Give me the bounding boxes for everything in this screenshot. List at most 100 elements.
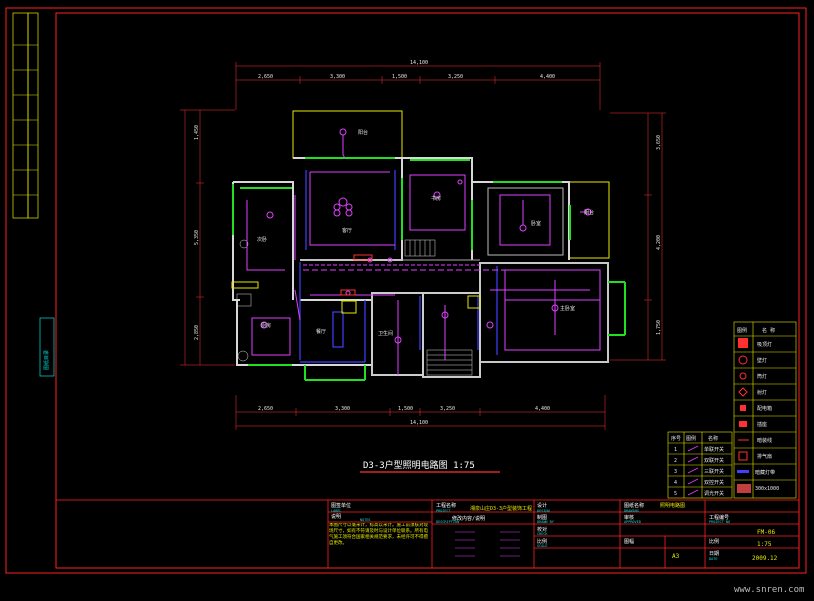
legend-header-name: 名 称 (762, 327, 775, 334)
room-label-master: 主卧室 (560, 305, 575, 312)
legend-row-8: 暗藏灯带 (755, 469, 775, 476)
dim-overall-top: 14,100 (410, 60, 428, 66)
note-sub: NOTES (360, 518, 371, 522)
dim-top-2: 3,300 (330, 74, 345, 80)
room-label-living: 客厅 (342, 227, 352, 234)
panel-icon (737, 484, 751, 493)
switch-icon (687, 478, 699, 485)
dim-top-1: 2,650 (258, 74, 273, 80)
project-sub: PROJECT (436, 509, 452, 513)
watermark: www.snren.com (734, 585, 804, 595)
switch-no-1: 2 (674, 458, 677, 464)
switch-icon (687, 456, 699, 463)
dim-right-1: 3,650 (656, 135, 662, 150)
dim-left-1: 1,450 (194, 125, 200, 140)
switch-no-3: 4 (674, 480, 677, 486)
switch-name-3: 双控开关 (704, 479, 724, 486)
switch-no-2: 3 (674, 469, 677, 475)
cad-drawing: 图纸目录 14,100 2,650 3,300 1,500 3,250 4,40… (5, 7, 807, 595)
floor-plan (231, 110, 626, 381)
switch-name-0: 单联开关 (704, 446, 724, 453)
inner-frame (55, 12, 800, 569)
ceiling-lamp-icon (738, 338, 748, 348)
project-no-value: FM-06 (757, 529, 775, 536)
note-title: 说明 (331, 513, 341, 520)
dim-right-3: 1,750 (656, 320, 662, 335)
legend-row-7: 排气扇 (757, 453, 772, 460)
date-value: 2009.12 (752, 555, 778, 562)
dimension-top (235, 62, 601, 110)
drawing-title: D3-3户型照明电路图 1:75 (363, 459, 475, 471)
dim-bottom-4: 3,250 (440, 406, 455, 412)
outer-frame (5, 7, 807, 574)
scale-sub: SCALE (537, 544, 548, 548)
legend-row-6: 暗装线 (757, 437, 772, 444)
dim-top-5: 4,400 (540, 74, 555, 80)
switch-icon (687, 445, 699, 452)
wall-lamp-icon (738, 355, 748, 365)
notes-box: 本图尺寸以毫米计，标高以米计。施工前须核对现场尺寸，如有不符请及时与设计单位联系… (329, 523, 428, 546)
switch-header-name: 名称 (708, 435, 718, 442)
draw-sub: DRAWN BY (537, 520, 555, 524)
project-name: 湘泉山庄D3-3户型装饰工程 (470, 505, 532, 512)
rev-lines (455, 531, 520, 557)
project-no-sub: PROJECT NO (709, 520, 730, 524)
dim-bottom-2: 3,300 (335, 406, 350, 412)
room-label-bedroom: 卧室 (531, 220, 541, 227)
dim-bottom-1: 2,650 (258, 406, 273, 412)
ratio-value: 1:75 (757, 541, 772, 548)
rev-sub: DESCRIPTION (436, 520, 459, 524)
switch-header-icon: 图例 (686, 435, 696, 442)
dim-left-2: 5,350 (194, 230, 200, 245)
left-strip-label: 图纸目录 (43, 350, 50, 370)
check-sub: CHECK (537, 532, 548, 536)
switch-box-icon (740, 405, 746, 411)
switch-icons (687, 445, 699, 496)
legend-row-0: 吸顶灯 (757, 341, 772, 348)
dimension-left (180, 109, 235, 366)
switch-header-no: 序号 (671, 435, 681, 442)
dim-bottom-5: 4,400 (535, 406, 550, 412)
legend-header-icon: 图例 (737, 327, 747, 334)
dim-left-3: 2,850 (194, 325, 200, 340)
review-sub: APPROVED (624, 520, 641, 524)
size-value: A3 (672, 553, 680, 560)
legend-row-5: 插座 (757, 421, 767, 428)
room-label-balcony2: 阳台 (584, 209, 594, 216)
project-label: 工程名称 (436, 502, 456, 509)
legend-row-4: 配电箱 (757, 405, 772, 412)
downlight-icon (738, 387, 748, 397)
legend-row-9: 300x1000 (755, 486, 779, 492)
date-sub: DATE (709, 557, 717, 561)
left-strip: 图纸目录 (12, 12, 55, 377)
switch-icon (687, 467, 699, 474)
dim-bottom-3: 1,500 (398, 406, 413, 412)
dim-top-4: 3,250 (448, 74, 463, 80)
dim-right-2: 4,200 (656, 235, 662, 250)
spot-icon (739, 372, 747, 380)
switch-no-0: 1 (674, 447, 677, 453)
room-label-balcony: 阳台 (358, 129, 368, 136)
dim-overall-bottom: 14,100 (410, 420, 428, 426)
sheet-name: 照明电路图 (660, 502, 685, 509)
seal-label: 图签单位 (331, 502, 351, 509)
room-label-study: 书房 (431, 195, 441, 202)
design-label: 设计 (537, 502, 547, 509)
legend-row-1: 壁灯 (757, 357, 767, 364)
legend-row-2: 筒灯 (757, 373, 767, 380)
seal-sub: LABEL (331, 509, 342, 513)
switch-no-4: 5 (674, 491, 677, 497)
notes-text: 本图尺寸以毫米计，标高以米计。施工前须核对现场尺寸，如有不符请及时与设计单位联系… (329, 523, 428, 546)
room-label-dining: 餐厅 (316, 328, 326, 335)
fan-icon (738, 451, 748, 461)
sheet-label: 图纸名称 (624, 502, 644, 509)
bar-icon (737, 470, 749, 473)
socket-icon (739, 421, 747, 427)
ratio-label: 比例 (709, 538, 719, 545)
legend-row-3: 射灯 (757, 389, 767, 396)
switch-icon (687, 489, 699, 496)
design-sub: DESIGN (537, 509, 550, 513)
room-label-room2: 次卧 (257, 236, 267, 243)
sheet-sub: DRAWING (624, 509, 639, 513)
switch-name-2: 三联开关 (704, 468, 724, 475)
